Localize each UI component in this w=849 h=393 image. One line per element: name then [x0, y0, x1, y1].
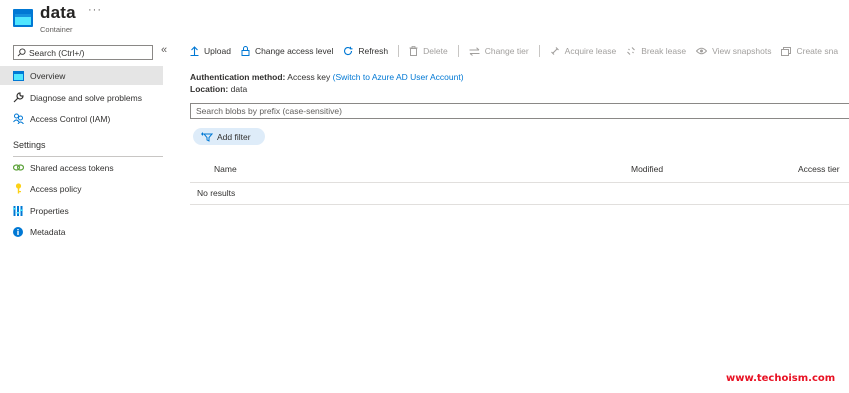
- break-lease-button[interactable]: Break lease: [626, 46, 686, 56]
- toolbar-divider: [398, 45, 400, 57]
- eye-icon: [696, 47, 708, 55]
- sidebar-item-overview[interactable]: Overview: [0, 66, 163, 85]
- sidebar-item-metadata[interactable]: Metadata: [0, 222, 163, 241]
- lock-icon: [241, 46, 250, 56]
- divider: [13, 156, 163, 157]
- toolbar-divider: [538, 45, 540, 57]
- people-icon: [12, 113, 24, 125]
- sidebar-item-label: Shared access tokens: [30, 162, 114, 173]
- sidebar-item-label: Access policy: [30, 183, 82, 194]
- acquire-lease-button[interactable]: Acquire lease: [550, 46, 617, 56]
- page-header: data ··· Container: [0, 0, 849, 40]
- filter-icon: [201, 132, 213, 142]
- empty-table-message: No results: [197, 188, 236, 198]
- sidebar-item-label: Overview: [30, 70, 66, 81]
- change-tier-button[interactable]: Change tier: [469, 46, 529, 56]
- sidebar-item-diagnose[interactable]: Diagnose and solve problems: [0, 88, 163, 107]
- column-header-access-tier[interactable]: Access tier: [798, 164, 840, 174]
- broken-link-icon: [627, 47, 636, 55]
- sidebar-item-access-policy[interactable]: Access policy: [0, 179, 163, 198]
- bars-icon: [12, 205, 24, 217]
- refresh-icon: [344, 46, 353, 56]
- location-info: Location: data: [190, 84, 247, 94]
- trash-icon: [409, 46, 418, 56]
- refresh-label: Refresh: [358, 46, 389, 56]
- add-filter-label: Add filter: [217, 131, 251, 142]
- create-snapshot-label: Create sna: [796, 46, 839, 56]
- change-access-level-label: Change access level: [254, 46, 334, 56]
- switch-auth-link[interactable]: (Switch to Azure AD User Account): [333, 72, 464, 82]
- info-icon: [12, 226, 24, 238]
- refresh-button[interactable]: Refresh: [343, 46, 388, 56]
- chain-link-icon: [550, 47, 559, 55]
- toolbar-divider: [457, 45, 459, 57]
- blob-search-input[interactable]: Search blobs by prefix (case-sensitive): [190, 103, 849, 119]
- key-icon: [12, 183, 24, 195]
- add-filter-button[interactable]: Add filter: [193, 128, 265, 145]
- upload-label: Upload: [204, 46, 231, 56]
- search-icon: [17, 48, 26, 57]
- auth-label: Authentication method:: [190, 72, 286, 82]
- table-row-divider: [190, 204, 849, 205]
- page-title: data: [40, 3, 76, 22]
- create-snapshot-button[interactable]: Create sna: [781, 46, 838, 56]
- column-header-name[interactable]: Name: [214, 164, 237, 174]
- delete-label: Delete: [423, 46, 448, 56]
- swap-icon: [469, 46, 480, 56]
- sidebar-item-label: Metadata: [30, 226, 66, 237]
- collapse-sidebar-button[interactable]: «: [161, 44, 167, 56]
- location-label: Location:: [190, 84, 229, 94]
- location-value: data: [230, 84, 248, 94]
- blob-search-placeholder: Search blobs by prefix (case-sensitive): [196, 106, 342, 116]
- break-lease-label: Break lease: [641, 46, 687, 56]
- auth-value: Access key: [287, 72, 331, 82]
- sidebar-search-placeholder: Search (Ctrl+/): [29, 47, 85, 58]
- sidebar-item-label: Diagnose and solve problems: [30, 92, 142, 103]
- upload-icon: [190, 46, 199, 56]
- container-icon: [12, 70, 24, 82]
- table-header-divider: [190, 182, 849, 183]
- authentication-method: Authentication method: Access key (Switc…: [190, 72, 464, 82]
- sidebar-item-properties[interactable]: Properties: [0, 201, 163, 220]
- view-snapshots-label: View snapshots: [712, 46, 772, 56]
- sidebar-item-access-control[interactable]: Access Control (IAM): [0, 109, 163, 128]
- more-options-button[interactable]: ···: [88, 4, 102, 16]
- view-snapshots-button[interactable]: View snapshots: [696, 46, 771, 56]
- change-access-level-button[interactable]: Change access level: [241, 46, 333, 56]
- change-tier-label: Change tier: [484, 46, 529, 56]
- wrench-icon: [12, 92, 24, 104]
- container-icon: [13, 9, 33, 27]
- sidebar-item-label: Access Control (IAM): [30, 113, 111, 124]
- acquire-lease-label: Acquire lease: [564, 46, 617, 56]
- sidebar-search-input[interactable]: Search (Ctrl+/): [13, 45, 153, 60]
- delete-button[interactable]: Delete: [409, 46, 448, 56]
- page-subtitle: Container: [40, 25, 73, 34]
- snapshot-icon: [781, 46, 792, 56]
- column-header-modified[interactable]: Modified: [631, 164, 663, 174]
- settings-heading: Settings: [13, 140, 46, 150]
- upload-button[interactable]: Upload: [190, 46, 231, 56]
- sidebar-item-label: Properties: [30, 205, 69, 216]
- command-bar: Upload Change access level Refresh Delet…: [190, 42, 848, 60]
- link-icon: [12, 162, 24, 174]
- sidebar-item-shared-access-tokens[interactable]: Shared access tokens: [0, 158, 163, 177]
- watermark-text: www.techoism.com: [726, 373, 836, 384]
